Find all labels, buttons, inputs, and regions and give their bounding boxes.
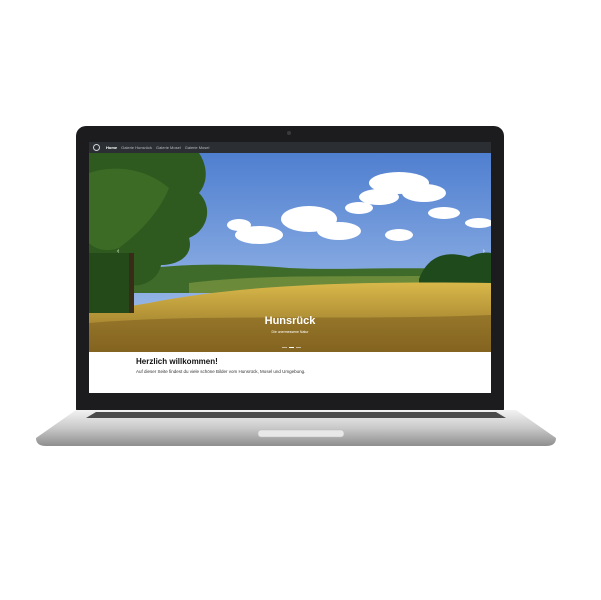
nav-item-home[interactable]: Home [106,145,117,150]
laptop-screen: Home Galerie Hunsrück Galerie Mosel Gale… [89,142,491,393]
logo-icon[interactable] [93,144,100,151]
nav-item-galerie-hunsrueck[interactable]: Galerie Hunsrück [121,145,152,150]
nav-item-galerie-mosel[interactable]: Galerie Mosel [156,145,181,150]
nav-item-galerie-mosel-2[interactable]: Galerie Mosel [185,145,210,150]
carousel-indicators [282,347,301,348]
hero-carousel[interactable]: ‹ › Hunsrück Die unermessene Natur [89,153,491,352]
welcome-heading: Herzlich willkommen! [136,357,218,366]
carousel-indicator-3[interactable] [296,347,301,348]
navbar: Home Galerie Hunsrück Galerie Mosel Gale… [89,142,491,153]
camera-icon [287,131,291,135]
hero-title: Hunsrück [264,315,316,327]
welcome-text: Auf dieser Seite findest du viele schöne… [136,369,306,374]
carousel-indicator-1[interactable] [282,347,287,348]
carousel-next-icon[interactable]: › [483,248,485,255]
laptop-base [36,410,556,446]
carousel-indicator-2[interactable] [289,347,294,348]
hero-subtitle: Die unermessene Natur [271,330,309,334]
carousel-prev-icon[interactable]: ‹ [117,248,119,255]
laptop-lid: Home Galerie Hunsrück Galerie Mosel Gale… [76,126,504,412]
